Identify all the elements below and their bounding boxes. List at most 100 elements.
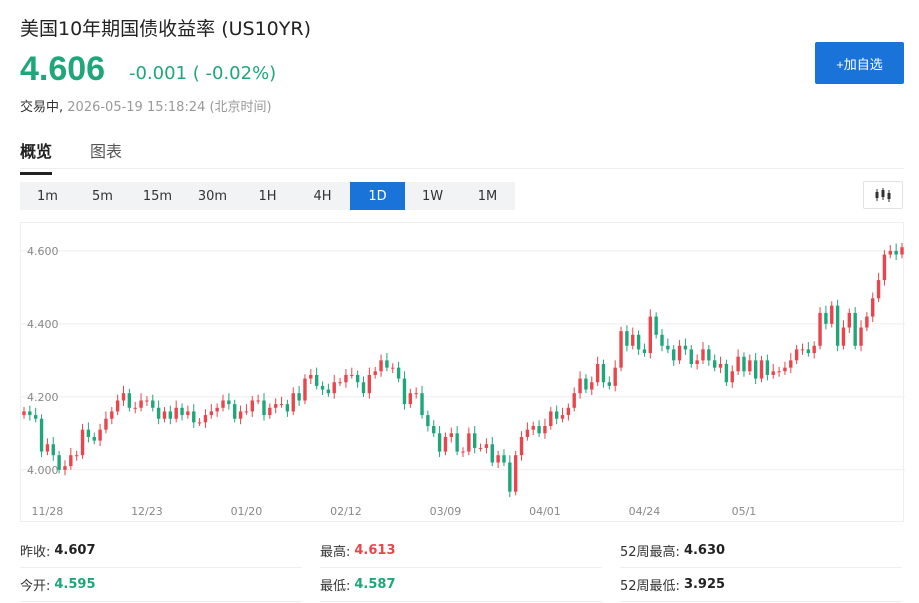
x-tick-label: 11/28 (32, 505, 64, 518)
range-4h[interactable]: 4H (295, 182, 350, 210)
range-1h[interactable]: 1H (240, 182, 295, 210)
candle-body (402, 378, 407, 405)
candle-body (888, 250, 892, 255)
candle-body (677, 345, 682, 361)
candle-body (455, 433, 459, 452)
current-price: 4.606 (20, 50, 106, 88)
candle-body (203, 415, 208, 423)
candle-body (730, 371, 734, 383)
stat-value: 4.587 (354, 577, 396, 592)
candle-body (110, 411, 114, 419)
candle-body (273, 404, 278, 408)
candle-body (835, 305, 840, 346)
candle-body (291, 393, 295, 412)
candle-body (683, 345, 688, 350)
candle-body (607, 382, 612, 386)
candle-body (461, 451, 465, 453)
candle-body (74, 455, 79, 457)
range-1mo[interactable]: 1M (460, 182, 515, 210)
candle-body (51, 444, 55, 456)
candle-body (443, 436, 448, 452)
candle-body (584, 378, 588, 390)
trading-status: 交易中, 2026-05-19 15:18:24 (北京时间) (20, 96, 272, 115)
candle-body (748, 360, 752, 372)
view-tabs: 概览 图表 (20, 138, 122, 175)
candle-body (379, 360, 383, 372)
candle-body (508, 462, 512, 492)
candle-body (92, 436, 96, 441)
candle-body (631, 334, 635, 346)
stat-label: 52周最低: (620, 579, 680, 594)
stat-label: 最高: (320, 545, 351, 560)
candle-body (560, 415, 565, 419)
candle-body (765, 360, 770, 375)
stat-value: 3.925 (683, 577, 726, 592)
candle-body (361, 382, 366, 394)
chart-type-button[interactable] (863, 181, 903, 209)
candle-body (45, 444, 50, 452)
x-tick-label: 03/09 (430, 505, 462, 518)
candle-body (496, 455, 500, 463)
candle-body (262, 400, 266, 416)
candle-body (525, 429, 530, 437)
status-label: 交易中, (20, 100, 64, 115)
candle-body (197, 422, 202, 424)
candle-body (654, 316, 658, 335)
candle-body (414, 393, 418, 395)
candle-body (314, 374, 319, 386)
candle-body (338, 382, 342, 384)
candle-body (432, 426, 436, 434)
candle-body (104, 418, 108, 430)
candle-body (543, 426, 547, 434)
range-1w[interactable]: 1W (405, 182, 460, 210)
range-15m[interactable]: 15m (130, 182, 185, 210)
tab-overview[interactable]: 概览 (20, 138, 53, 175)
x-tick-label: 12/23 (131, 505, 163, 518)
candle-body (408, 393, 413, 405)
price-chart[interactable]: 4.600 4.400 4.200 4.000 11/28 12/23 01/20 02/12… (20, 222, 905, 522)
range-5m[interactable]: 5m (75, 182, 130, 210)
stat-52w-low: 52周最低: 3.925 (620, 568, 902, 602)
candle-body (724, 364, 729, 383)
candle-body (467, 433, 471, 452)
candle-body (244, 411, 249, 413)
candle-body (151, 400, 155, 408)
candle-body (473, 433, 477, 448)
candle-body (344, 374, 348, 383)
candle-body (391, 367, 395, 369)
candle-body (894, 250, 898, 255)
candle-body (707, 349, 711, 361)
candle-body (554, 411, 559, 419)
candle-body (396, 367, 401, 379)
candle-body (672, 349, 676, 361)
tab-chart[interactable]: 图表 (90, 138, 122, 175)
candle-body (806, 349, 811, 354)
candle-body (736, 356, 740, 372)
candle-body (882, 254, 887, 281)
candle-body (859, 327, 863, 346)
candle-body (332, 382, 336, 394)
candle-body (601, 364, 606, 383)
candle-body (595, 364, 600, 383)
candle-body (156, 407, 161, 419)
candle-body (326, 389, 331, 394)
candle-body (742, 356, 746, 372)
candle-body (502, 455, 506, 463)
stat-label: 昨收: (20, 545, 51, 560)
candle-body (186, 411, 190, 416)
candle-body (712, 360, 717, 368)
range-1d[interactable]: 1D (350, 182, 405, 210)
candle-body (355, 374, 360, 383)
candle-body (279, 404, 284, 406)
candle-body (549, 411, 553, 427)
candle-body (385, 360, 389, 368)
y-tick-label: 4.400 (27, 318, 59, 331)
range-1m[interactable]: 1m (20, 182, 75, 210)
candlestick-chart-svg: 4.600 4.400 4.200 4.000 11/28 12/23 01/20 02/12… (21, 242, 905, 518)
candle-body (800, 349, 805, 351)
candle-body (34, 415, 38, 419)
stat-high: 最高: 4.613 (320, 534, 602, 568)
range-30m[interactable]: 30m (185, 182, 240, 210)
candle-body (777, 371, 781, 373)
add-to-watchlist-button[interactable]: +加自选 (815, 42, 904, 84)
